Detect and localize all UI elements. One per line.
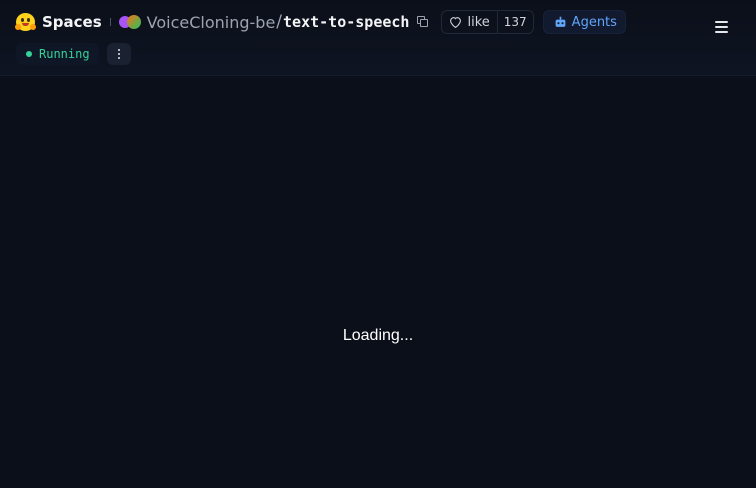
header-title-row: Spaces VoiceCloning-be / text-to-speech …: [15, 10, 626, 34]
hamburger-menu-icon[interactable]: [715, 21, 728, 33]
status-badge[interactable]: Running: [16, 43, 99, 65]
divider: [109, 18, 111, 26]
robot-icon: [555, 16, 566, 27]
org-avatar-icon[interactable]: [118, 15, 143, 29]
agents-button[interactable]: Agents: [542, 10, 626, 34]
org-link[interactable]: VoiceCloning-be: [147, 13, 276, 32]
loading-text: Loading...: [342, 327, 414, 344]
top-header: Spaces VoiceCloning-be / text-to-speech …: [0, 0, 756, 76]
more-options-button[interactable]: [106, 43, 131, 65]
like-count[interactable]: 137: [496, 11, 533, 33]
repo-name-link[interactable]: text-to-speech: [283, 13, 409, 31]
path-separator: /: [276, 12, 283, 32]
header-status-row: Running: [16, 43, 131, 65]
copy-icon[interactable]: [417, 16, 429, 28]
status-label: Running: [39, 47, 90, 61]
like-label: like: [467, 14, 490, 30]
like-button[interactable]: like: [442, 11, 496, 33]
heart-icon: [450, 17, 462, 28]
spaces-link[interactable]: Spaces: [42, 13, 102, 31]
like-group: like 137: [441, 10, 534, 34]
agents-label: Agents: [571, 14, 617, 30]
hugging-face-logo-icon[interactable]: [15, 12, 36, 32]
status-dot-icon: [26, 51, 32, 57]
